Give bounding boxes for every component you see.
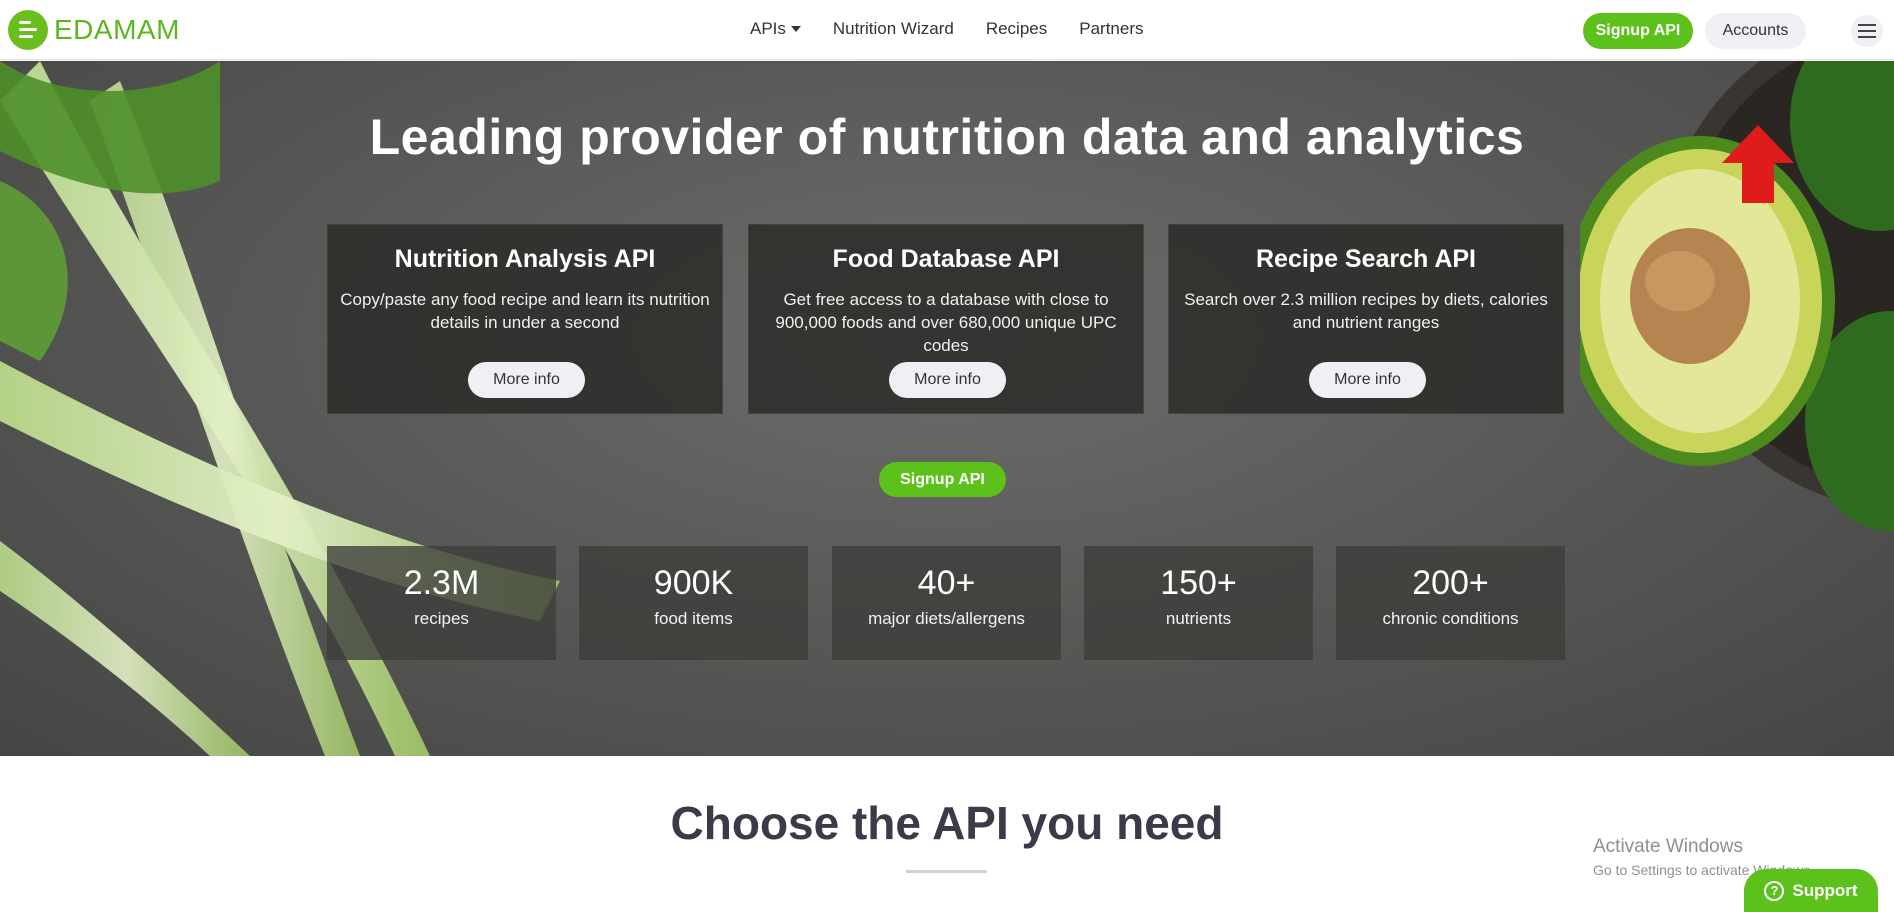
section-divider bbox=[906, 870, 987, 873]
stat-label: nutrients bbox=[1165, 609, 1232, 628]
support-button[interactable]: ? Support bbox=[1744, 869, 1878, 912]
nav-recipes-label: Recipes bbox=[985, 19, 1048, 38]
more-info-button[interactable]: More info bbox=[1309, 362, 1426, 398]
nav-apis-label: APIs bbox=[750, 19, 786, 38]
main-nav: APIs Nutrition Wizard Recipes Partners bbox=[750, 19, 1144, 39]
hero-title: Leading provider of nutrition data and a… bbox=[369, 109, 1525, 165]
stat-value: 150+ bbox=[1160, 564, 1237, 602]
accounts-button[interactable]: Accounts bbox=[1705, 13, 1806, 49]
api-card-nutrition-analysis: Nutrition Analysis API Copy/paste any fo… bbox=[327, 224, 723, 414]
card-title: Nutrition Analysis API bbox=[394, 245, 656, 273]
support-label: Support bbox=[1792, 880, 1858, 900]
nav-apis[interactable]: APIs bbox=[750, 19, 801, 39]
card-description: Get free access to a database with close… bbox=[775, 290, 1117, 355]
stat-label: recipes bbox=[414, 609, 469, 628]
hamburger-icon[interactable] bbox=[1851, 15, 1883, 47]
stat-value: 2.3M bbox=[403, 564, 480, 602]
help-icon: ? bbox=[1764, 880, 1785, 901]
site-header: EDAMAM APIs Nutrition Wizard Recipes Par… bbox=[0, 0, 1894, 60]
stat-label: food items bbox=[654, 609, 733, 628]
activate-windows-title: Activate Windows bbox=[1593, 836, 1743, 857]
stat-label: chronic conditions bbox=[1382, 609, 1519, 628]
api-card-recipe-search: Recipe Search API Search over 2.3 millio… bbox=[1168, 224, 1564, 414]
nav-nutrition-wizard-label: Nutrition Wizard bbox=[832, 19, 954, 38]
signup-api-button-hero[interactable]: Signup API bbox=[879, 462, 1006, 497]
caret-down-icon bbox=[790, 26, 801, 32]
api-card-food-database: Food Database API Get free access to a d… bbox=[748, 224, 1144, 414]
card-description: Search over 2.3 million recipes by diets… bbox=[1184, 290, 1548, 332]
card-description: Copy/paste any food recipe and learn its… bbox=[340, 290, 710, 332]
stat-diets-allergens: 40+ major diets/allergens bbox=[832, 546, 1061, 660]
nav-partners-label: Partners bbox=[1079, 19, 1144, 38]
stat-value: 40+ bbox=[917, 564, 976, 602]
stat-chronic-conditions: 200+ chronic conditions bbox=[1336, 546, 1565, 660]
stat-food-items: 900K food items bbox=[579, 546, 808, 660]
card-title: Food Database API bbox=[832, 245, 1060, 273]
nav-recipes[interactable]: Recipes bbox=[986, 19, 1047, 39]
logo-text: EDAMAM bbox=[54, 14, 180, 45]
stat-nutrients: 150+ nutrients bbox=[1084, 546, 1313, 660]
edamam-logo[interactable]: EDAMAM bbox=[8, 10, 180, 50]
nav-nutrition-wizard[interactable]: Nutrition Wizard bbox=[833, 19, 954, 39]
stat-value: 900K bbox=[653, 564, 734, 602]
stat-value: 200+ bbox=[1412, 564, 1489, 602]
stat-label: major diets/allergens bbox=[868, 609, 1025, 628]
more-info-button[interactable]: More info bbox=[468, 362, 585, 398]
card-title: Recipe Search API bbox=[1255, 245, 1476, 273]
nav-partners[interactable]: Partners bbox=[1079, 19, 1143, 39]
stat-recipes: 2.3M recipes bbox=[327, 546, 556, 660]
signup-api-button-header[interactable]: Signup API bbox=[1583, 13, 1693, 49]
more-info-button[interactable]: More info bbox=[889, 362, 1006, 398]
logo-icon bbox=[8, 10, 48, 50]
